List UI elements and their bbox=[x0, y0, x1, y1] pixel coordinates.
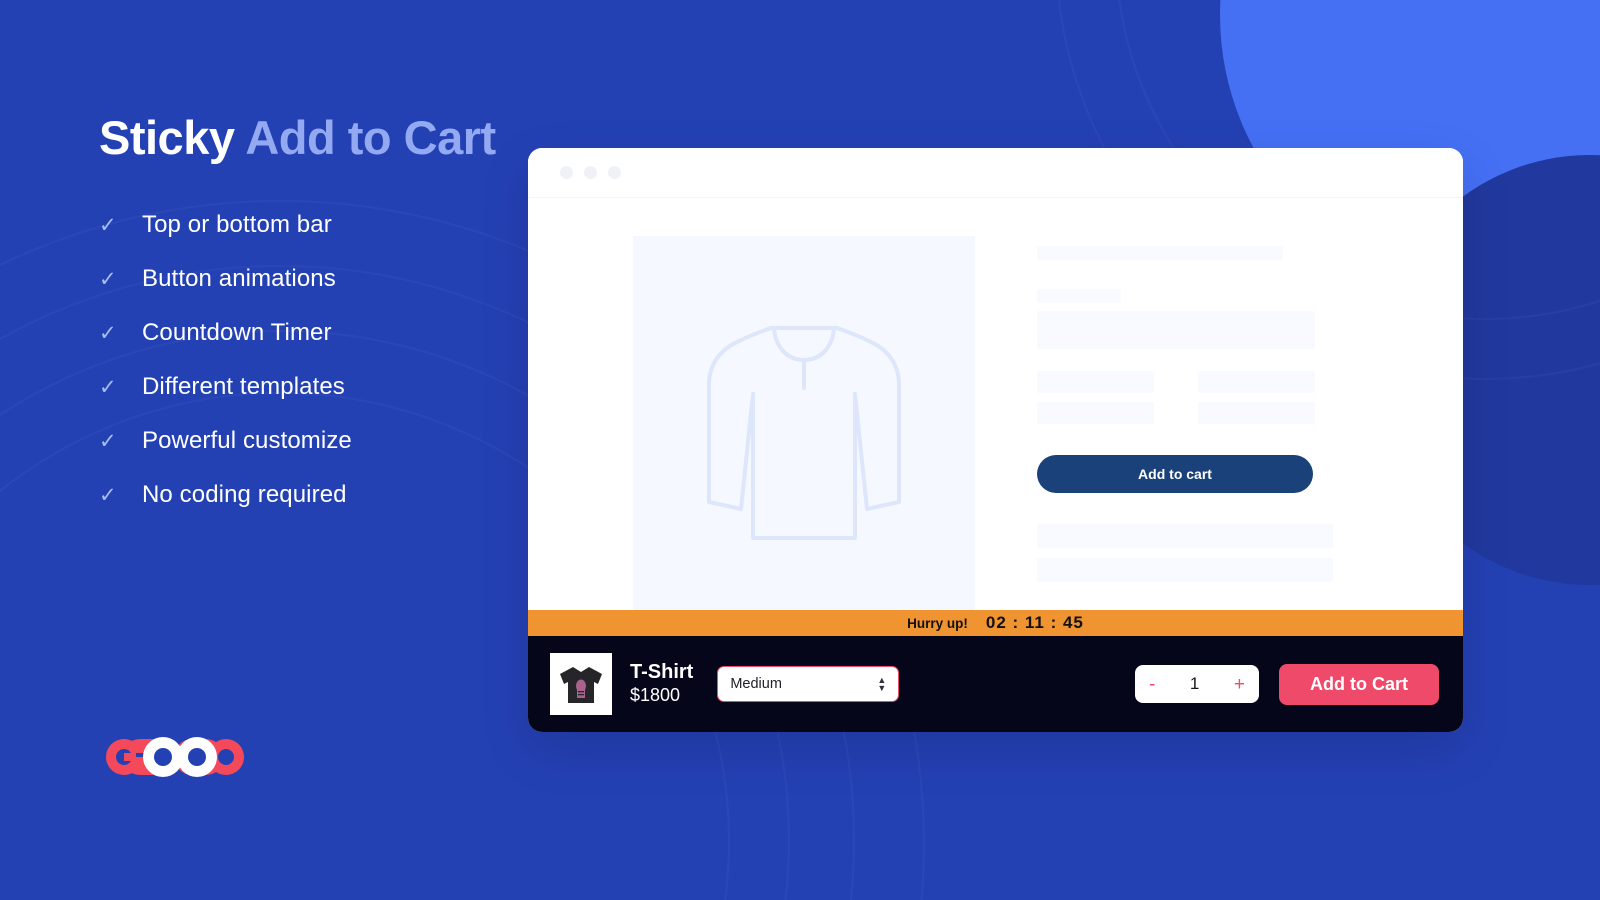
sticky-bar-actions: - 1 + Add to Cart bbox=[1135, 663, 1439, 705]
skeleton-detail-row bbox=[1037, 524, 1333, 548]
hero-panel: Sticky Add to Cart ✓ Top or bottom bar ✓… bbox=[99, 104, 499, 522]
variant-select[interactable]: Medium ▲ ▼ bbox=[717, 666, 900, 702]
feature-label: Countdown Timer bbox=[142, 319, 332, 347]
feature-label: Powerful customize bbox=[142, 427, 352, 455]
skeleton-product-description bbox=[1037, 311, 1315, 349]
sticky-add-to-cart-button[interactable]: Add to Cart bbox=[1279, 663, 1439, 705]
list-item: ✓ Powerful customize bbox=[99, 414, 499, 468]
window-close-icon[interactable] bbox=[560, 166, 573, 179]
check-icon: ✓ bbox=[99, 267, 117, 291]
page-title: Sticky Add to Cart bbox=[99, 104, 499, 172]
window-minimize-icon[interactable] bbox=[584, 166, 597, 179]
brand-logo bbox=[100, 733, 252, 781]
variant-selected-value: Medium bbox=[730, 676, 782, 692]
feature-list: ✓ Top or bottom bar ✓ Button animations … bbox=[99, 198, 499, 522]
quantity-decrement-button[interactable]: - bbox=[1149, 675, 1155, 694]
skeleton-option-cell bbox=[1037, 371, 1154, 393]
check-icon: ✓ bbox=[99, 375, 117, 399]
check-icon: ✓ bbox=[99, 321, 117, 345]
feature-label: Different templates bbox=[142, 373, 345, 401]
browser-mockup: Add to cart Hurry up! 02 : 11 : 45 T-Shi… bbox=[528, 148, 1463, 732]
skeleton-option-cell bbox=[1198, 371, 1315, 393]
check-icon: ✓ bbox=[99, 483, 117, 507]
page-title-accent: Add to Cart bbox=[245, 111, 496, 164]
add-to-cart-button[interactable]: Add to cart bbox=[1037, 455, 1313, 493]
feature-label: Button animations bbox=[142, 265, 336, 293]
gooo-logo-icon bbox=[106, 737, 244, 777]
list-item: ✓ Top or bottom bar bbox=[99, 198, 499, 252]
stepper-arrows-icon: ▲ ▼ bbox=[877, 675, 887, 693]
feature-label: No coding required bbox=[142, 481, 347, 509]
product-thumbnail[interactable] bbox=[550, 653, 612, 715]
skeleton-product-subtitle bbox=[1037, 289, 1121, 303]
browser-titlebar bbox=[528, 148, 1463, 198]
sticky-add-to-cart-bar: T-Shirt $1800 Medium ▲ ▼ - 1 + Add to Car… bbox=[528, 636, 1463, 732]
skeleton-detail-row bbox=[1037, 558, 1333, 582]
feature-label: Top or bottom bar bbox=[142, 211, 332, 239]
product-title: T-Shirt bbox=[630, 660, 694, 683]
skeleton-option-cell bbox=[1198, 402, 1315, 424]
list-item: ✓ Button animations bbox=[99, 252, 499, 306]
check-icon: ✓ bbox=[99, 213, 117, 237]
quantity-increment-button[interactable]: + bbox=[1234, 675, 1245, 694]
sticky-product-details: T-Shirt $1800 bbox=[630, 661, 693, 707]
skeleton-option-cell bbox=[1037, 402, 1154, 424]
quantity-stepper: - 1 + bbox=[1135, 665, 1259, 703]
list-item: ✓ Countdown Timer bbox=[99, 306, 499, 360]
countdown-timer-bar: Hurry up! 02 : 11 : 45 bbox=[528, 610, 1463, 636]
window-maximize-icon[interactable] bbox=[608, 166, 621, 179]
countdown-timer-value: 02 : 11 : 45 bbox=[985, 613, 1084, 632]
tshirt-thumbnail-icon bbox=[552, 655, 610, 713]
tshirt-illustration-icon bbox=[707, 326, 901, 540]
list-item: ✓ Different templates bbox=[99, 360, 499, 414]
check-icon: ✓ bbox=[99, 429, 117, 453]
list-item: ✓ No coding required bbox=[99, 468, 499, 522]
skeleton-option-row bbox=[1037, 402, 1463, 424]
hurry-up-label: Hurry up! bbox=[907, 615, 968, 631]
page-title-primary: Sticky bbox=[99, 111, 235, 164]
quantity-value: 1 bbox=[1189, 674, 1200, 693]
skeleton-product-title bbox=[1037, 246, 1283, 260]
product-page-content: Add to cart bbox=[528, 198, 1463, 636]
product-price: $1800 bbox=[630, 684, 681, 705]
product-info-skeleton: Add to cart bbox=[1037, 236, 1463, 636]
product-image bbox=[633, 236, 975, 636]
skeleton-option-row bbox=[1037, 371, 1463, 393]
